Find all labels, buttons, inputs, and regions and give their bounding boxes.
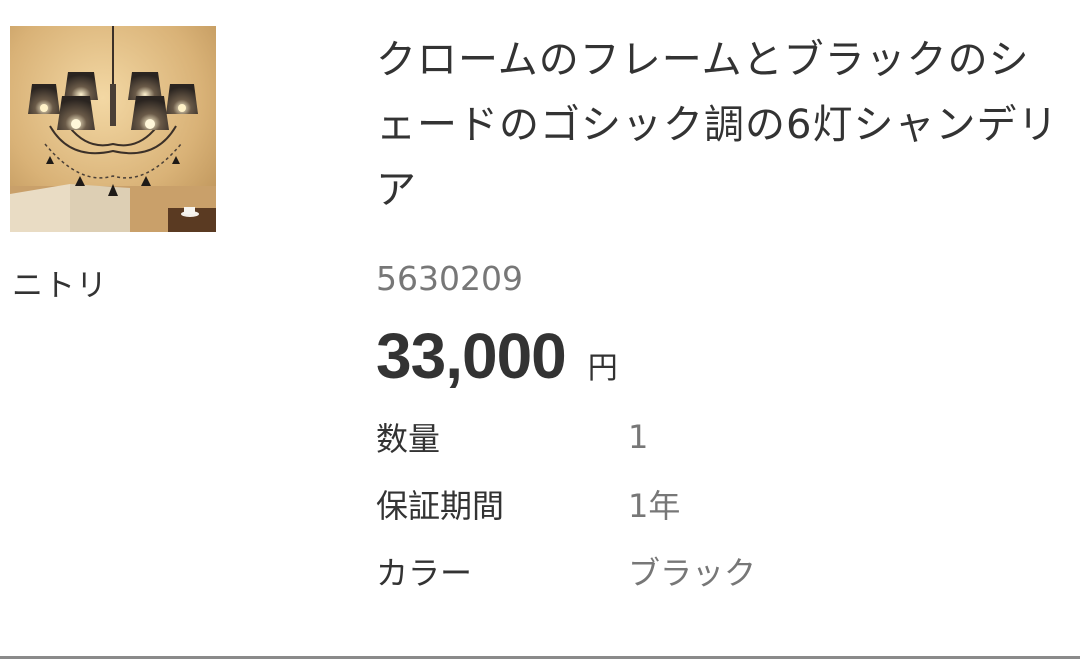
product-details: クロームのフレームとブラックのシェードのゴシック調の6灯シャンデリア 56302…	[376, 28, 1066, 604]
product-sku: 5630209	[376, 259, 523, 298]
spec-row-warranty: 保証期間 1年	[376, 470, 1066, 537]
spec-value: ブラック	[628, 553, 757, 592]
spec-value: 1年	[628, 486, 681, 525]
spec-label: 数量	[376, 419, 441, 458]
spec-list: 数量 1 保証期間 1年 カラー ブラック	[376, 403, 1066, 604]
product-price: 33,000	[376, 320, 567, 392]
price-row: 33,000 円	[376, 321, 1066, 391]
product-card[interactable]: ニトリ クロームのフレームとブラックのシェードのゴシック調の6灯シャンデリア 5…	[0, 0, 1080, 657]
currency-unit: 円	[587, 351, 618, 386]
product-image[interactable]	[10, 26, 216, 232]
spec-label: カラー	[376, 553, 473, 592]
spec-row-color: カラー ブラック	[376, 537, 1066, 604]
spec-label: 保証期間	[376, 486, 505, 525]
chandelier-photo	[10, 26, 216, 232]
spec-value: 1	[628, 417, 649, 456]
brand-name: ニトリ	[12, 268, 108, 304]
spec-row-quantity: 数量 1	[376, 403, 1066, 470]
product-title[interactable]: クロームのフレームとブラックのシェードのゴシック調の6灯シャンデリア	[376, 28, 1066, 223]
